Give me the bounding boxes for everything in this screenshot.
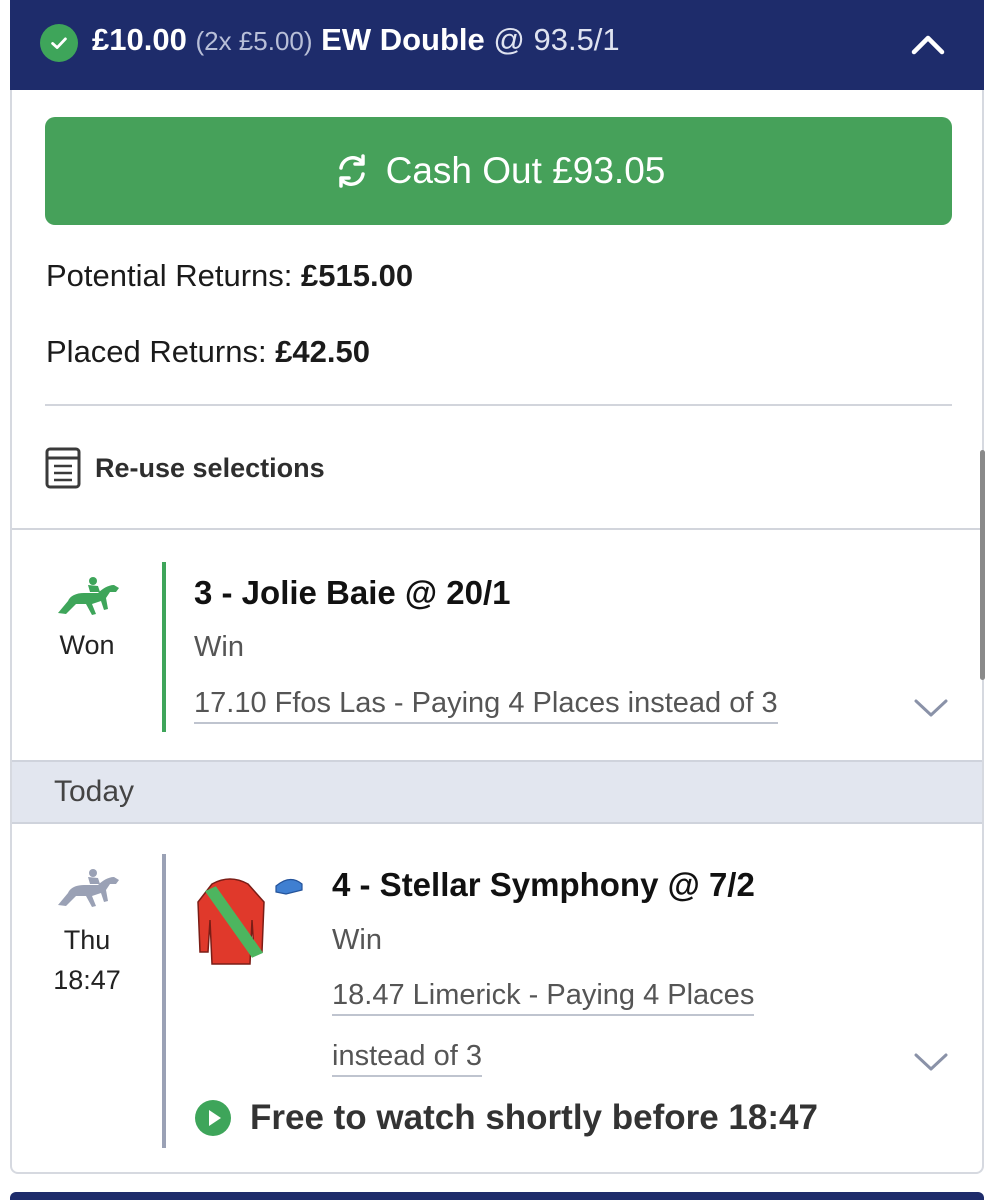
- pending-status-bar: [162, 854, 166, 1148]
- jockey-silks-icon: [197, 878, 303, 965]
- chevron-down-icon[interactable]: [912, 1050, 950, 1074]
- placed-returns-label: Placed Returns:: [46, 334, 267, 369]
- scrollbar[interactable]: [980, 450, 985, 680]
- selection-event-link[interactable]: 17.10 Ffos Las - Paying 4 Places instead…: [194, 687, 778, 724]
- selection-status-label: Won: [59, 630, 115, 660]
- won-status-bar: [162, 562, 166, 732]
- chevron-down-icon[interactable]: [912, 696, 950, 720]
- horse-racing-icon: [58, 577, 119, 615]
- selection-event-link-continued[interactable]: instead of 3: [332, 1040, 482, 1077]
- play-icon: [195, 1100, 231, 1136]
- bet-card: Cash Out £93.05 Potential Returns: £515.…: [10, 90, 985, 1174]
- date-group-label: Today: [54, 775, 135, 808]
- cash-out-button[interactable]: Cash Out £93.05: [45, 117, 952, 225]
- reuse-selections-link[interactable]: Re-use selections: [45, 447, 325, 489]
- divider: [45, 404, 952, 406]
- horse-racing-icon: [58, 869, 119, 907]
- bet-summary: £10.00 (2x £5.00) EW Double @ 93.5/1: [92, 22, 620, 58]
- selection-event-link[interactable]: 18.47 Limerick - Paying 4 Places: [332, 979, 755, 1016]
- bet-type: EW Double: [321, 22, 485, 57]
- selection-market: Win: [194, 631, 244, 663]
- potential-returns-label: Potential Returns:: [46, 258, 293, 293]
- reuse-selections-label: Re-use selections: [95, 452, 325, 483]
- selection-status: Won: [12, 573, 162, 661]
- race-time: 18:47: [53, 965, 121, 995]
- selection-market: Win: [332, 924, 382, 956]
- race-day: Thu: [63, 925, 111, 955]
- watch-stream-label: Free to watch shortly before 18:47: [250, 1098, 818, 1137]
- chevron-up-icon[interactable]: [908, 28, 948, 60]
- placed-returns: Placed Returns: £42.50: [46, 334, 370, 370]
- check-circle-icon: [40, 24, 78, 62]
- potential-returns: Potential Returns: £515.00: [46, 258, 413, 294]
- bet-stake: £10.00: [92, 22, 187, 57]
- bet-header[interactable]: £10.00 (2x £5.00) EW Double @ 93.5/1: [10, 0, 984, 90]
- bet-odds: @ 93.5/1: [493, 22, 620, 57]
- refresh-icon: [338, 154, 365, 188]
- bet-stake-detail: (2x £5.00): [195, 26, 313, 56]
- placed-returns-value: £42.50: [275, 334, 371, 369]
- date-group-header: Today: [12, 760, 982, 824]
- section-divider: [12, 528, 982, 530]
- document-list-icon: [45, 447, 81, 489]
- potential-returns-value: £515.00: [301, 258, 414, 293]
- next-bet-header-edge: [10, 1192, 984, 1200]
- selection-title: 4 - Stellar Symphony @ 7/2: [332, 866, 755, 903]
- selection-title: 3 - Jolie Baie @ 20/1: [194, 574, 511, 611]
- watch-stream-link[interactable]: Free to watch shortly before 18:47: [194, 1098, 818, 1138]
- cash-out-label: Cash Out £93.05: [385, 150, 666, 191]
- selection-start-time: Thu 18:47: [12, 865, 162, 1000]
